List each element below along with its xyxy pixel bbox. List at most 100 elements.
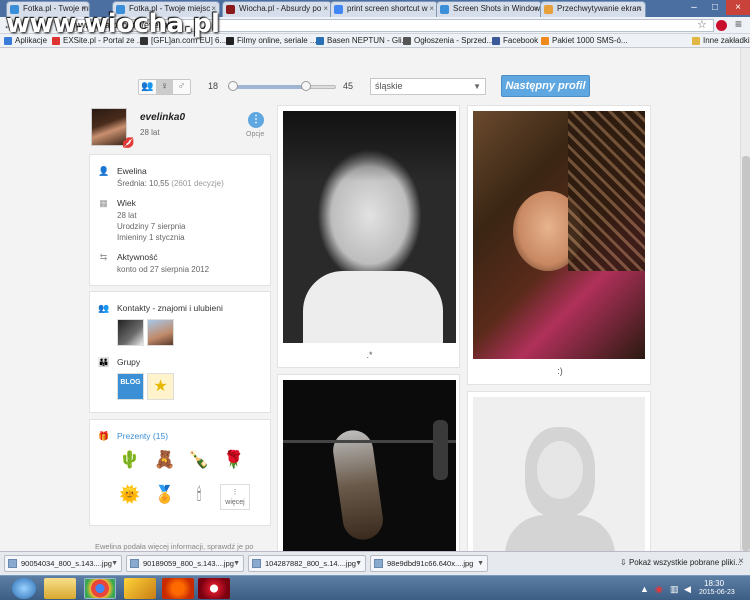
champagne-gift-icon[interactable]: 🍾 [186, 447, 212, 473]
lips-icon: 💋 [122, 138, 135, 149]
close-tab-icon[interactable]: × [637, 2, 642, 16]
age-min-slider-handle[interactable] [228, 81, 239, 91]
photo-card[interactable]: :) [467, 105, 651, 385]
options-button[interactable]: ⋮ [248, 112, 264, 128]
maximize-window-button[interactable]: □ [705, 0, 725, 15]
photo-placeholder-card[interactable] [467, 391, 651, 551]
chevron-down-icon[interactable]: ▼ [477, 556, 484, 571]
region-select[interactable]: śląskie ▼ [370, 78, 486, 95]
download-item[interactable]: 104287882_800_s.14....jpg ▼ [248, 555, 366, 572]
contact-thumbnail[interactable] [147, 319, 174, 346]
image-file-icon [252, 559, 261, 568]
facebook-favicon-icon [492, 37, 500, 45]
tray-volume-icon[interactable]: ◀ [684, 584, 691, 595]
close-icon[interactable]: × [738, 556, 744, 567]
placeholder-face-icon [537, 441, 583, 499]
image-file-icon [8, 559, 17, 568]
age-max-slider-handle[interactable] [300, 81, 311, 91]
basen-favicon-icon [316, 37, 324, 45]
chrome-icon[interactable] [84, 578, 116, 599]
gift-icon: 🎁 [98, 431, 110, 441]
search-filters: 👥 ♀ ♂ 18 45 śląskie ▼ Następny profil [138, 75, 608, 97]
gender-toggle: 👥 ♀ ♂ [138, 79, 191, 95]
bookmark-basen[interactable]: Basen NEPTUN - Gli... [316, 34, 408, 47]
name-value: Ewelina [117, 166, 147, 176]
activity-arrows-icon: ⇆ [99, 252, 108, 262]
blog-group-badge[interactable]: BLOG [117, 373, 144, 400]
photo-caption: :) [557, 366, 563, 376]
bookmark-filmy[interactable]: Filmy online, seriale ... [226, 34, 317, 47]
app-icon[interactable] [198, 578, 230, 599]
clock-date[interactable]: 2015-06-23 [699, 589, 735, 596]
bookmark-other[interactable]: Inne zakładki [692, 34, 750, 47]
badge-gift-icon[interactable]: 🏅 [152, 482, 178, 508]
menu-icon[interactable]: ≡ [735, 17, 742, 31]
tab-google-search[interactable]: print screen shortcut w × [330, 1, 438, 17]
photo-placeholder [473, 397, 645, 551]
photo-figure [330, 427, 386, 543]
profile-info-card: 👤 Ewelina Średnia: 10,55 (2601 decyzje) … [89, 154, 271, 286]
sun-gift-icon[interactable]: 🌞 [117, 482, 143, 508]
page-favicon-icon [440, 5, 449, 14]
file-explorer-icon[interactable] [44, 578, 76, 599]
bookmark-facebook[interactable]: Facebook [492, 34, 538, 47]
download-arrow-icon: ⇩ [620, 558, 629, 567]
roses-gift-icon[interactable]: 🌹 [221, 447, 247, 473]
profile-photo[interactable] [283, 111, 456, 343]
photo-card[interactable]: .* [277, 105, 460, 368]
tab-screenshots[interactable]: Screen Shots in Window × [436, 1, 542, 17]
close-tab-icon[interactable]: × [533, 2, 538, 16]
close-tab-icon[interactable]: × [323, 2, 328, 16]
candles-gift-icon[interactable]: 🕯 [186, 482, 212, 508]
scrollbar-thumb[interactable] [742, 156, 750, 551]
contacts-card: 👥 Kontakty - znajomi i ulubieni 👪 Grupy … [89, 291, 271, 413]
tray-antivirus-icon[interactable]: ◉ [655, 584, 663, 595]
groups-icon: 👪 [98, 357, 110, 367]
rating-value: Średnia: 10,55 (2601 decyzje) [117, 179, 224, 188]
more-gifts-button[interactable]: ⋮ więcej [220, 484, 250, 510]
tray-arrow-icon[interactable]: ▲ [640, 584, 649, 594]
download-item[interactable]: 90189059_800_s.143....jpg ▼ [126, 555, 244, 572]
show-all-downloads-link[interactable]: ⇩ Pokaż wszystkie pobrane pliki... [620, 558, 742, 567]
extension-icon[interactable] [716, 20, 727, 31]
bookmark-sms[interactable]: Pakiet 1000 SMS-ó... [541, 34, 628, 47]
minimize-window-button[interactable]: – [684, 0, 704, 15]
clock-time[interactable]: 18:30 [704, 579, 724, 588]
close-tab-icon[interactable]: × [429, 2, 434, 16]
teddy-bear-gift-icon[interactable]: 🧸 [152, 447, 178, 473]
start-icon[interactable] [12, 578, 36, 599]
olx-favicon-icon [403, 37, 411, 45]
star-group-badge[interactable]: ★ [147, 373, 174, 400]
bookmark-star-icon[interactable]: ☆ [697, 18, 707, 31]
page-favicon-icon [544, 5, 553, 14]
app-icon[interactable] [124, 578, 156, 599]
chevron-down-icon[interactable]: ▼ [355, 556, 362, 571]
tab-wiocha[interactable]: Wiocha.pl - Absurdy po × [222, 1, 332, 17]
profile-photo[interactable] [283, 380, 456, 551]
age-min-label: 18 [208, 81, 219, 91]
page-scrollbar[interactable] [740, 48, 750, 551]
bookmark-ogloszenia[interactable]: Ogłoszenia - Sprzed... [403, 34, 493, 47]
cactus-gift-icon[interactable]: 🌵 [117, 447, 143, 473]
windows-taskbar: ▲ ◉ ▥ ◀ 18:30 2015-06-23 [0, 575, 750, 600]
username: evelinka0 [140, 112, 186, 123]
contact-thumbnail[interactable] [117, 319, 144, 346]
photo-shadow [283, 111, 456, 181]
gender-both-button[interactable]: 👥 [139, 80, 156, 94]
photo-caption: .* [366, 350, 373, 360]
close-window-button[interactable]: × [726, 0, 750, 15]
download-item[interactable]: 90054034_800_s.143....jpg ▼ [4, 555, 122, 572]
tray-network-icon[interactable]: ▥ [670, 584, 679, 595]
download-item[interactable]: 98e9dbd91c66.640x....jpg ▼ [370, 555, 488, 572]
next-profile-button[interactable]: Następny profil [501, 75, 590, 97]
app-icon[interactable] [162, 578, 194, 599]
gifts-card: 🎁 Prezenty (15) 🌵 🧸 🍾 🌹 🌞 🏅 🕯 ⋮ więcej [89, 419, 271, 526]
tab-przechwytywanie[interactable]: Przechwytywanie ekran × [540, 1, 646, 17]
photo-shoulders [303, 271, 443, 343]
chevron-down-icon[interactable]: ▼ [111, 556, 118, 571]
chevron-down-icon[interactable]: ▼ [233, 556, 240, 571]
gender-female-button[interactable]: ♀ [156, 80, 173, 94]
photo-card[interactable] [277, 374, 460, 551]
gender-male-button[interactable]: ♂ [173, 80, 190, 94]
profile-photo[interactable] [473, 111, 645, 359]
